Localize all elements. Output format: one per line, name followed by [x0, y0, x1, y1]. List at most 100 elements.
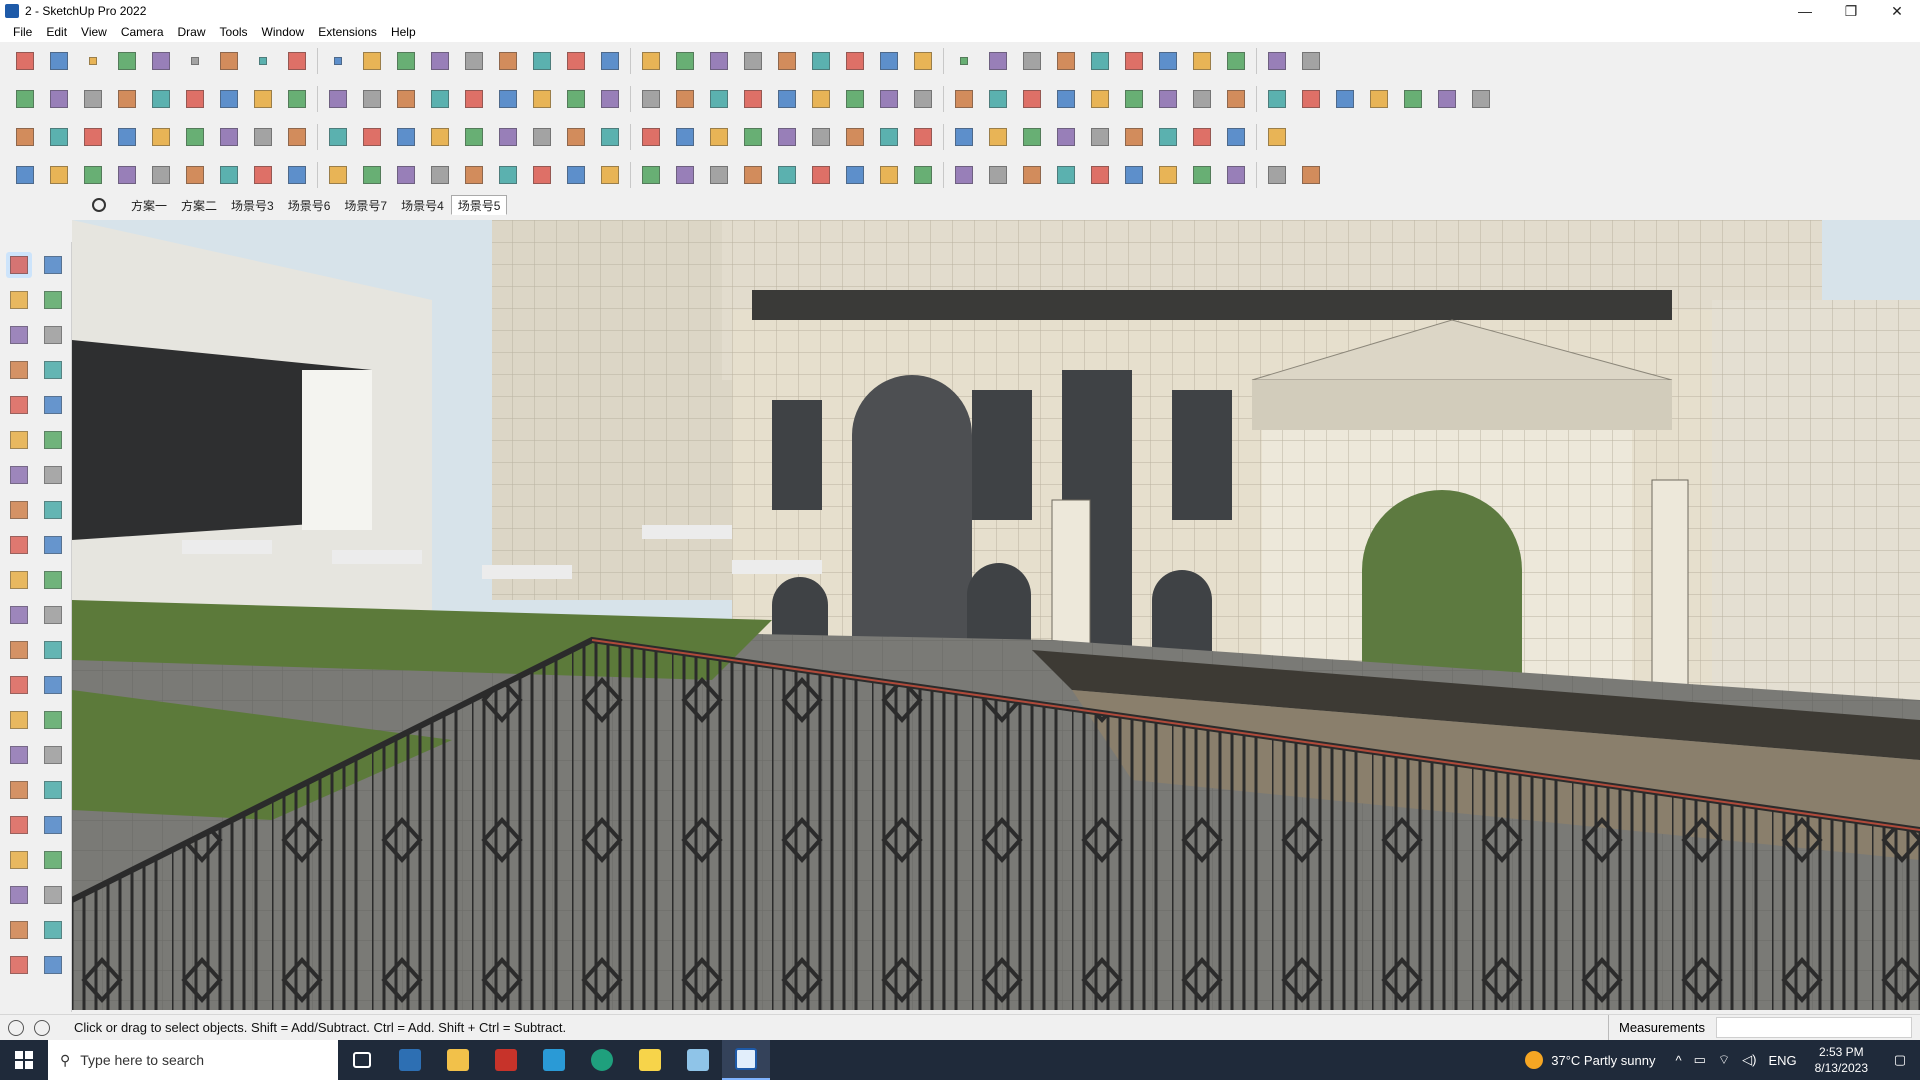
grid-icon[interactable]	[1120, 161, 1148, 189]
cube-icon[interactable]	[1433, 85, 1461, 113]
edge-icon[interactable]	[578, 1040, 626, 1080]
axis-icon[interactable]	[249, 85, 277, 113]
dropdown-icon[interactable]	[950, 47, 978, 75]
offset-icon[interactable]	[40, 602, 66, 628]
clock[interactable]: 2:53 PM 8/13/2023	[1815, 1044, 1868, 1076]
volume-icon[interactable]: ◁)	[1742, 1052, 1756, 1068]
tape-measure-icon[interactable]	[6, 637, 32, 663]
sandbox-icon[interactable]	[528, 85, 556, 113]
axis-icon[interactable]	[358, 85, 386, 113]
wifi-icon[interactable]: ⌔	[1718, 1052, 1730, 1068]
rope-icon[interactable]	[705, 123, 733, 151]
leaf-icon[interactable]	[637, 161, 665, 189]
acrobat-icon[interactable]	[482, 1040, 530, 1080]
taskbar-search[interactable]: ⚲ Type here to search	[48, 1040, 338, 1080]
leaf-icon[interactable]	[807, 85, 835, 113]
arrow-icon[interactable]	[283, 161, 311, 189]
dropdown-icon[interactable]	[249, 47, 277, 75]
slash-icon[interactable]	[739, 161, 767, 189]
undo-icon[interactable]	[1222, 47, 1250, 75]
orbit-icon[interactable]	[6, 742, 32, 768]
stack-icon[interactable]	[283, 123, 311, 151]
curve-icon[interactable]	[426, 161, 454, 189]
fork-icon[interactable]	[841, 161, 869, 189]
look-around-icon[interactable]	[40, 847, 66, 873]
scene-tab[interactable]: 场景号7	[337, 195, 394, 215]
path-icon[interactable]	[11, 161, 39, 189]
menu-view[interactable]: View	[74, 22, 114, 42]
solid-icon[interactable]	[113, 123, 141, 151]
house-icon[interactable]	[637, 85, 665, 113]
warning-icon[interactable]	[637, 123, 665, 151]
zoom-window-icon[interactable]	[705, 47, 733, 75]
house-icon[interactable]	[705, 85, 733, 113]
grid-icon[interactable]	[1120, 123, 1148, 151]
select-icon[interactable]	[6, 252, 32, 278]
menu-file[interactable]: File	[6, 22, 39, 42]
slash-icon[interactable]	[426, 85, 454, 113]
hand-icon[interactable]	[596, 161, 624, 189]
door-icon[interactable]	[984, 161, 1012, 189]
arrow-icon[interactable]	[1188, 85, 1216, 113]
select-icon[interactable]	[45, 47, 73, 75]
tree-icon[interactable]	[875, 123, 903, 151]
grid-icon[interactable]	[1052, 161, 1080, 189]
plus-icon[interactable]	[460, 123, 488, 151]
solid-icon[interactable]	[147, 123, 175, 151]
solid-icon[interactable]	[79, 123, 107, 151]
axis-icon[interactable]	[181, 85, 209, 113]
info-icon[interactable]	[1297, 47, 1325, 75]
pencil-icon[interactable]	[147, 47, 175, 75]
axes-icon[interactable]	[6, 707, 32, 733]
zoom-extents-icon[interactable]	[6, 812, 32, 838]
shape-icon[interactable]	[1018, 85, 1046, 113]
pie-icon[interactable]	[40, 462, 66, 488]
sandbox-icon[interactable]	[6, 917, 32, 943]
shape-icon[interactable]	[909, 85, 937, 113]
freehand-icon[interactable]	[40, 357, 66, 383]
follow-me-icon[interactable]	[40, 567, 66, 593]
rope-icon[interactable]	[671, 123, 699, 151]
paint-bucket-icon[interactable]	[6, 287, 32, 313]
menu-draw[interactable]: Draw	[171, 22, 213, 42]
minimize-button[interactable]: —	[1782, 0, 1828, 22]
styles-icon[interactable]	[1052, 47, 1080, 75]
house-icon[interactable]	[1297, 161, 1325, 189]
gear-icon[interactable]	[1188, 161, 1216, 189]
chevron-up-icon[interactable]: ^	[1675, 1053, 1681, 1068]
up-down-icon[interactable]	[1086, 47, 1114, 75]
box-icon[interactable]	[11, 85, 39, 113]
link-icon[interactable]	[358, 123, 386, 151]
cursor-icon[interactable]	[773, 123, 801, 151]
position-camera-icon[interactable]	[6, 847, 32, 873]
stripe-icon[interactable]	[1222, 161, 1250, 189]
rotated-rectangle-icon[interactable]	[40, 392, 66, 418]
notification-icon[interactable]: ▢	[1880, 1052, 1920, 1068]
cube-icon[interactable]	[1467, 85, 1495, 113]
path-icon[interactable]	[45, 161, 73, 189]
grid-icon[interactable]	[1086, 123, 1114, 151]
sort-icon[interactable]	[1120, 47, 1148, 75]
solid-icon[interactable]	[45, 123, 73, 151]
pan-icon[interactable]	[671, 47, 699, 75]
sandbox-icon[interactable]	[40, 917, 66, 943]
menu-help[interactable]: Help	[384, 22, 423, 42]
dimension-icon[interactable]	[40, 637, 66, 663]
axis-icon[interactable]	[283, 85, 311, 113]
section-icon[interactable]	[1154, 47, 1182, 75]
calculator-icon[interactable]	[386, 1040, 434, 1080]
tape-measure-icon[interactable]	[528, 47, 556, 75]
menu-extensions[interactable]: Extensions	[311, 22, 384, 42]
text-icon[interactable]	[40, 672, 66, 698]
window-icon[interactable]	[324, 123, 352, 151]
pillar-icon[interactable]	[562, 161, 590, 189]
axis-icon[interactable]	[324, 85, 352, 113]
fork-icon[interactable]	[773, 161, 801, 189]
cube-icon[interactable]	[1263, 85, 1291, 113]
scene-tab-active[interactable]: 场景号5	[450, 195, 508, 215]
start-button[interactable]	[0, 1040, 48, 1080]
xray-icon[interactable]	[1188, 47, 1216, 75]
box-icon[interactable]	[79, 85, 107, 113]
scene-tab[interactable]: 方案一	[124, 195, 174, 215]
dropdown-icon[interactable]	[181, 47, 209, 75]
